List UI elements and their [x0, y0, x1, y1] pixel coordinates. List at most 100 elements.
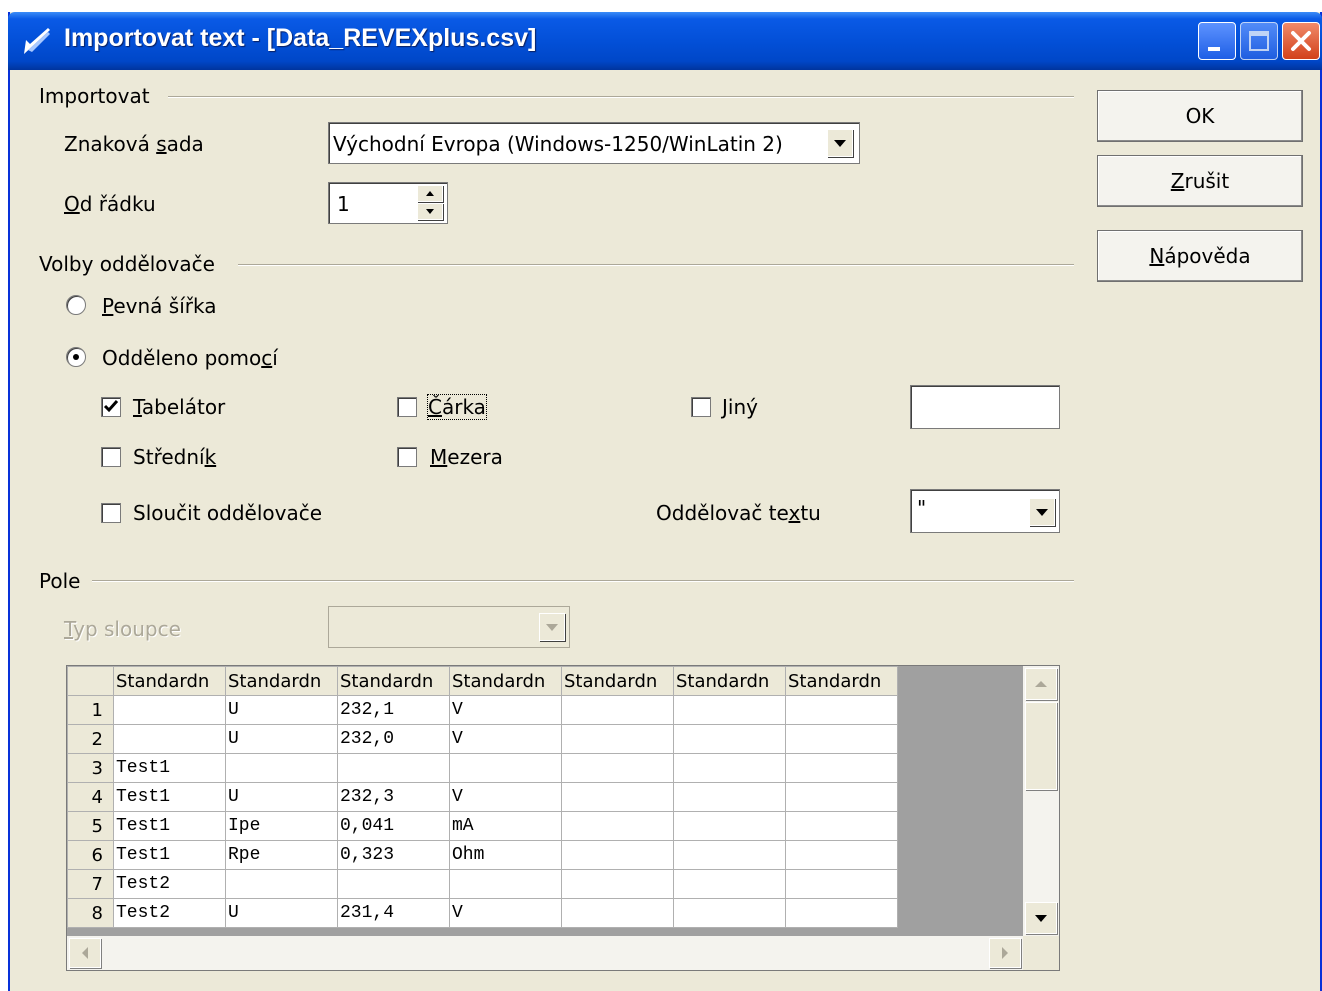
merge-delimiters-checkbox[interactable]: [101, 503, 121, 523]
chevron-down-icon: [426, 209, 434, 214]
separated-label[interactable]: Odděleno pomocí: [102, 346, 278, 370]
column-header[interactable]: Standardn: [673, 666, 786, 696]
vertical-scrollbar[interactable]: [1023, 666, 1059, 936]
table-cell: [337, 869, 450, 899]
table-row: 7 Test2: [67, 869, 898, 899]
scroll-right-button[interactable]: [989, 938, 1021, 968]
preview-table: Standardn Standardn Standardn Standardn Stan…: [67, 666, 898, 928]
other-checkbox[interactable]: [691, 397, 711, 417]
table-row: 1 U 232,1 V: [67, 695, 898, 725]
text-delimiter-dropdown-button[interactable]: [1029, 498, 1055, 526]
table-cell: 231,4: [337, 898, 450, 928]
separated-radio[interactable]: [66, 347, 86, 367]
fields-group-label: Pole: [39, 569, 81, 593]
chevron-up-icon: [426, 191, 434, 196]
charset-value: Východní Evropa (Windows-1250/WinLatin 2…: [333, 132, 783, 156]
from-row-value: 1: [337, 192, 350, 216]
scroll-thumb[interactable]: [1025, 702, 1057, 790]
table-cell: U: [225, 898, 338, 928]
table-cell: [561, 753, 674, 783]
preview-grid[interactable]: Standardn Standardn Standardn Standardn Stan…: [66, 665, 1060, 971]
table-cell: V: [449, 724, 562, 754]
help-button[interactable]: Nápověda: [1097, 230, 1303, 282]
row-number: 1: [67, 695, 114, 725]
table-cell: Ohm: [449, 840, 562, 870]
table-row: 8 Test2 U 231,4 V: [67, 898, 898, 928]
row-number: 8: [67, 898, 114, 928]
chevron-down-icon: [834, 139, 846, 147]
table-cell: [225, 753, 338, 783]
other-label[interactable]: Jiný: [722, 395, 758, 419]
spin-up-button[interactable]: [417, 185, 443, 202]
table-cell: [561, 724, 674, 754]
table-cell: [449, 869, 562, 899]
title-bar[interactable]: Importovat text - [Data_REVEXplus.csv]: [8, 12, 1322, 70]
table-cell: Test1: [113, 840, 226, 870]
table-cell: 232,0: [337, 724, 450, 754]
column-header[interactable]: Standardn: [225, 666, 338, 696]
table-cell: [449, 753, 562, 783]
table-cell: [673, 840, 786, 870]
column-type-select[interactable]: [328, 606, 570, 648]
column-type-dropdown-button[interactable]: [539, 613, 565, 641]
scroll-down-button[interactable]: [1025, 902, 1057, 934]
import-group-label: Importovat: [39, 84, 150, 108]
comma-label[interactable]: Čárka: [427, 394, 487, 420]
table-cell: [337, 753, 450, 783]
cancel-button[interactable]: Zrušit: [1097, 155, 1303, 207]
row-number: 3: [67, 753, 114, 783]
table-cell: [785, 840, 898, 870]
column-header[interactable]: Standardn: [561, 666, 674, 696]
semicolon-label[interactable]: Středník: [133, 445, 216, 469]
text-delimiter-select[interactable]: ": [910, 489, 1060, 533]
fields-group-line: [92, 580, 1074, 582]
comma-checkbox[interactable]: [397, 397, 417, 417]
table-cell: [785, 695, 898, 725]
semicolon-checkbox[interactable]: [101, 447, 121, 467]
chevron-down-icon: [546, 623, 558, 631]
table-cell: [785, 753, 898, 783]
other-separator-input[interactable]: [910, 385, 1060, 429]
maximize-button[interactable]: [1240, 22, 1278, 60]
table-cell: [561, 811, 674, 841]
table-cell: [561, 782, 674, 812]
scroll-left-button[interactable]: [69, 938, 101, 968]
close-button[interactable]: [1282, 22, 1320, 60]
fixed-width-radio[interactable]: [66, 295, 86, 315]
table-cell: Rpe: [225, 840, 338, 870]
table-cell: [673, 869, 786, 899]
table-cell: V: [449, 898, 562, 928]
table-cell: [673, 782, 786, 812]
column-header[interactable]: Standardn: [449, 666, 562, 696]
space-label[interactable]: Mezera: [430, 445, 503, 469]
horizontal-scrollbar[interactable]: [67, 936, 1023, 970]
table-row: 3 Test1: [67, 753, 898, 783]
table-cell: [785, 724, 898, 754]
charset-select[interactable]: Východní Evropa (Windows-1250/WinLatin 2…: [328, 122, 860, 164]
tab-label[interactable]: Tabelátor: [133, 395, 225, 419]
column-header[interactable]: Standardn: [785, 666, 898, 696]
table-cell: [785, 869, 898, 899]
chevron-up-icon: [1035, 681, 1047, 687]
row-number: 5: [67, 811, 114, 841]
column-header[interactable]: Standardn: [337, 666, 450, 696]
table-cell: Test1: [113, 811, 226, 841]
fixed-width-label[interactable]: Pevná šířka: [102, 294, 216, 318]
charset-dropdown-button[interactable]: [827, 129, 853, 157]
table-cell: [225, 869, 338, 899]
table-cell: 0,041: [337, 811, 450, 841]
tab-checkbox[interactable]: [101, 397, 121, 417]
table-cell: 0,323: [337, 840, 450, 870]
window-title: Importovat text - [Data_REVEXplus.csv]: [64, 24, 537, 52]
from-row-spinner[interactable]: 1: [328, 182, 448, 224]
table-cell: Ipe: [225, 811, 338, 841]
minimize-button[interactable]: [1198, 22, 1236, 60]
text-delimiter-label: Oddělovač textu: [656, 501, 821, 525]
ok-button[interactable]: OK: [1097, 90, 1303, 142]
spin-down-button[interactable]: [417, 203, 443, 220]
merge-delimiters-label[interactable]: Sloučit oddělovače: [133, 501, 322, 525]
row-number: 6: [67, 840, 114, 870]
scroll-up-button[interactable]: [1025, 668, 1057, 700]
column-header[interactable]: Standardn: [113, 666, 226, 696]
space-checkbox[interactable]: [397, 447, 417, 467]
